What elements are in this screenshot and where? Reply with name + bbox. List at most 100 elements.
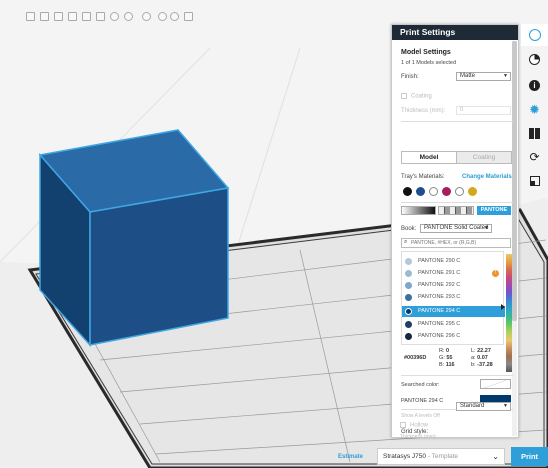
finish-select[interactable]: Matte ▼	[456, 72, 511, 81]
hex-value: #00396D	[404, 355, 427, 361]
gradient-mode-button[interactable]	[401, 206, 436, 215]
gear-icon: ✹	[529, 101, 540, 117]
info-tab[interactable]: i	[521, 74, 548, 96]
hollow-checkbox[interactable]	[400, 422, 406, 428]
bb-label: b:	[471, 362, 476, 368]
book-value: PANTONE Solid Coated	[424, 225, 489, 231]
list-item[interactable]: PANTONE 296 C	[402, 331, 505, 342]
color-dot	[405, 270, 412, 277]
a-label: a:	[471, 355, 476, 361]
r-label: R:	[439, 348, 445, 354]
bottom-thickness-label: Thickness (mm):	[400, 434, 437, 440]
hollow-row: Hollow	[400, 422, 428, 429]
steps-mode-button[interactable]	[438, 206, 474, 215]
coating-checkbox[interactable]	[401, 93, 407, 99]
view-front-icon[interactable]	[26, 12, 35, 21]
view-top-icon[interactable]	[82, 12, 91, 21]
cube-model[interactable]	[38, 129, 230, 347]
pie-icon	[529, 53, 540, 65]
show-all-label: Show A levels Off	[401, 413, 440, 419]
settings-tab[interactable]: ✹	[521, 98, 548, 120]
material-swatch-clear[interactable]	[455, 187, 464, 196]
chevron-down-icon: ▼	[484, 225, 489, 231]
view-left-icon[interactable]	[54, 12, 63, 21]
chevron-down-icon: ▼	[503, 73, 508, 79]
zoom-fit-icon[interactable]	[142, 12, 151, 21]
coating-row: Coating	[401, 93, 513, 100]
view-bottom-icon[interactable]	[96, 12, 105, 21]
zoom-in-icon[interactable]	[158, 12, 167, 21]
panel-scrollbar[interactable]	[512, 41, 517, 436]
color-name: PANTONE 290 C	[418, 258, 461, 264]
color-name: PANTONE 293 C	[418, 294, 461, 300]
layout-icon	[529, 127, 540, 139]
thickness-input[interactable]: 0	[456, 106, 511, 115]
refresh-icon: ⟳	[529, 150, 540, 164]
resize-icon	[529, 176, 540, 186]
print-settings-panel: Print Settings Model Settings 1 of 1 Mod…	[391, 24, 519, 438]
rotate-tab[interactable]: ⟳	[521, 146, 548, 168]
l-label: L:	[471, 348, 476, 354]
hollow-label: Hollow	[410, 422, 429, 429]
list-item-selected[interactable]: PANTONE 294 C	[402, 306, 505, 317]
a-value-row: a: 0.07	[471, 355, 488, 361]
chevron-down-icon: ▼	[503, 403, 508, 409]
l-value-row: L: 22.27	[471, 348, 491, 354]
view-iso-icon[interactable]	[110, 12, 119, 21]
change-materials-link[interactable]: Change Materials	[462, 174, 512, 180]
view-right-icon[interactable]	[68, 12, 77, 21]
bb-value-row: b: -37.28	[471, 362, 493, 368]
g-value: 55	[446, 355, 453, 361]
color-search-box[interactable]: ⌕	[401, 238, 511, 248]
g-value-row: G: 55	[439, 355, 452, 361]
list-item[interactable]: PANTONE 290 C	[402, 256, 505, 267]
b-value: 116	[445, 362, 455, 368]
zoom-out-icon[interactable]	[170, 12, 179, 21]
estimate-button[interactable]: Estimate	[338, 454, 363, 460]
list-item[interactable]: PANTONE 292 C	[402, 280, 505, 291]
scale-tab[interactable]	[521, 170, 548, 192]
rotate-icon[interactable]	[124, 12, 133, 21]
separator	[401, 121, 513, 122]
list-item[interactable]: PANTONE 293 C	[402, 292, 505, 303]
bottom-bar: Estimate Stratasys J750 - Template ⌄ Pri…	[0, 445, 548, 468]
color-name: PANTONE 296 C	[418, 333, 461, 339]
print-button[interactable]: Print	[511, 447, 548, 466]
list-item[interactable]: PANTONE 295 C	[402, 319, 505, 330]
list-item[interactable]: PANTONE 291 C !	[402, 268, 505, 279]
material-swatch-blue[interactable]	[416, 187, 425, 196]
material-swatch-black[interactable]	[403, 187, 412, 196]
view-back-icon[interactable]	[40, 12, 49, 21]
model-settings-title: Model Settings	[401, 49, 451, 56]
material-usage-tab[interactable]	[521, 48, 548, 70]
color-name: PANTONE 295 C	[418, 321, 461, 327]
tab-model[interactable]: Model	[401, 151, 457, 164]
color-list[interactable]: PANTONE 290 C PANTONE 291 C ! PANTONE 29…	[401, 251, 505, 345]
grid-style-select[interactable]: Standard ▼	[456, 402, 511, 411]
print-settings-tab[interactable]	[521, 24, 548, 46]
a-value: 0.07	[477, 355, 488, 361]
pan-icon[interactable]	[184, 12, 193, 21]
coating-label: Coating	[411, 93, 432, 100]
tab-coating[interactable]: Coating	[456, 151, 512, 164]
material-swatch-white[interactable]	[429, 187, 438, 196]
chevron-down-icon: ⌄	[492, 452, 499, 461]
color-dot	[405, 294, 412, 301]
material-swatch-magenta[interactable]	[442, 187, 451, 196]
scrollbar-thumb[interactable]	[512, 41, 517, 321]
book-select[interactable]: PANTONE Solid Coated ▼	[420, 224, 492, 233]
color-spectrum-strip[interactable]	[506, 254, 512, 372]
color-dot	[405, 321, 412, 328]
color-search-input[interactable]	[411, 239, 509, 247]
r-value: 0	[446, 348, 450, 354]
material-swatch-yellow[interactable]	[468, 187, 477, 196]
grid-style-value: Standard	[460, 403, 485, 409]
pantone-mode-button[interactable]: PANTONE	[477, 206, 511, 215]
color-name: PANTONE 294 C	[418, 308, 461, 314]
b-label: B:	[439, 362, 445, 368]
layout-tab[interactable]	[521, 122, 548, 144]
right-icon-bar: i ✹ ⟳	[521, 24, 548, 194]
printer-select[interactable]: Stratasys J750 - Template ⌄	[377, 448, 505, 465]
models-selected-text: 1 of 1 Models selected	[401, 60, 457, 66]
color-dot	[405, 258, 412, 265]
